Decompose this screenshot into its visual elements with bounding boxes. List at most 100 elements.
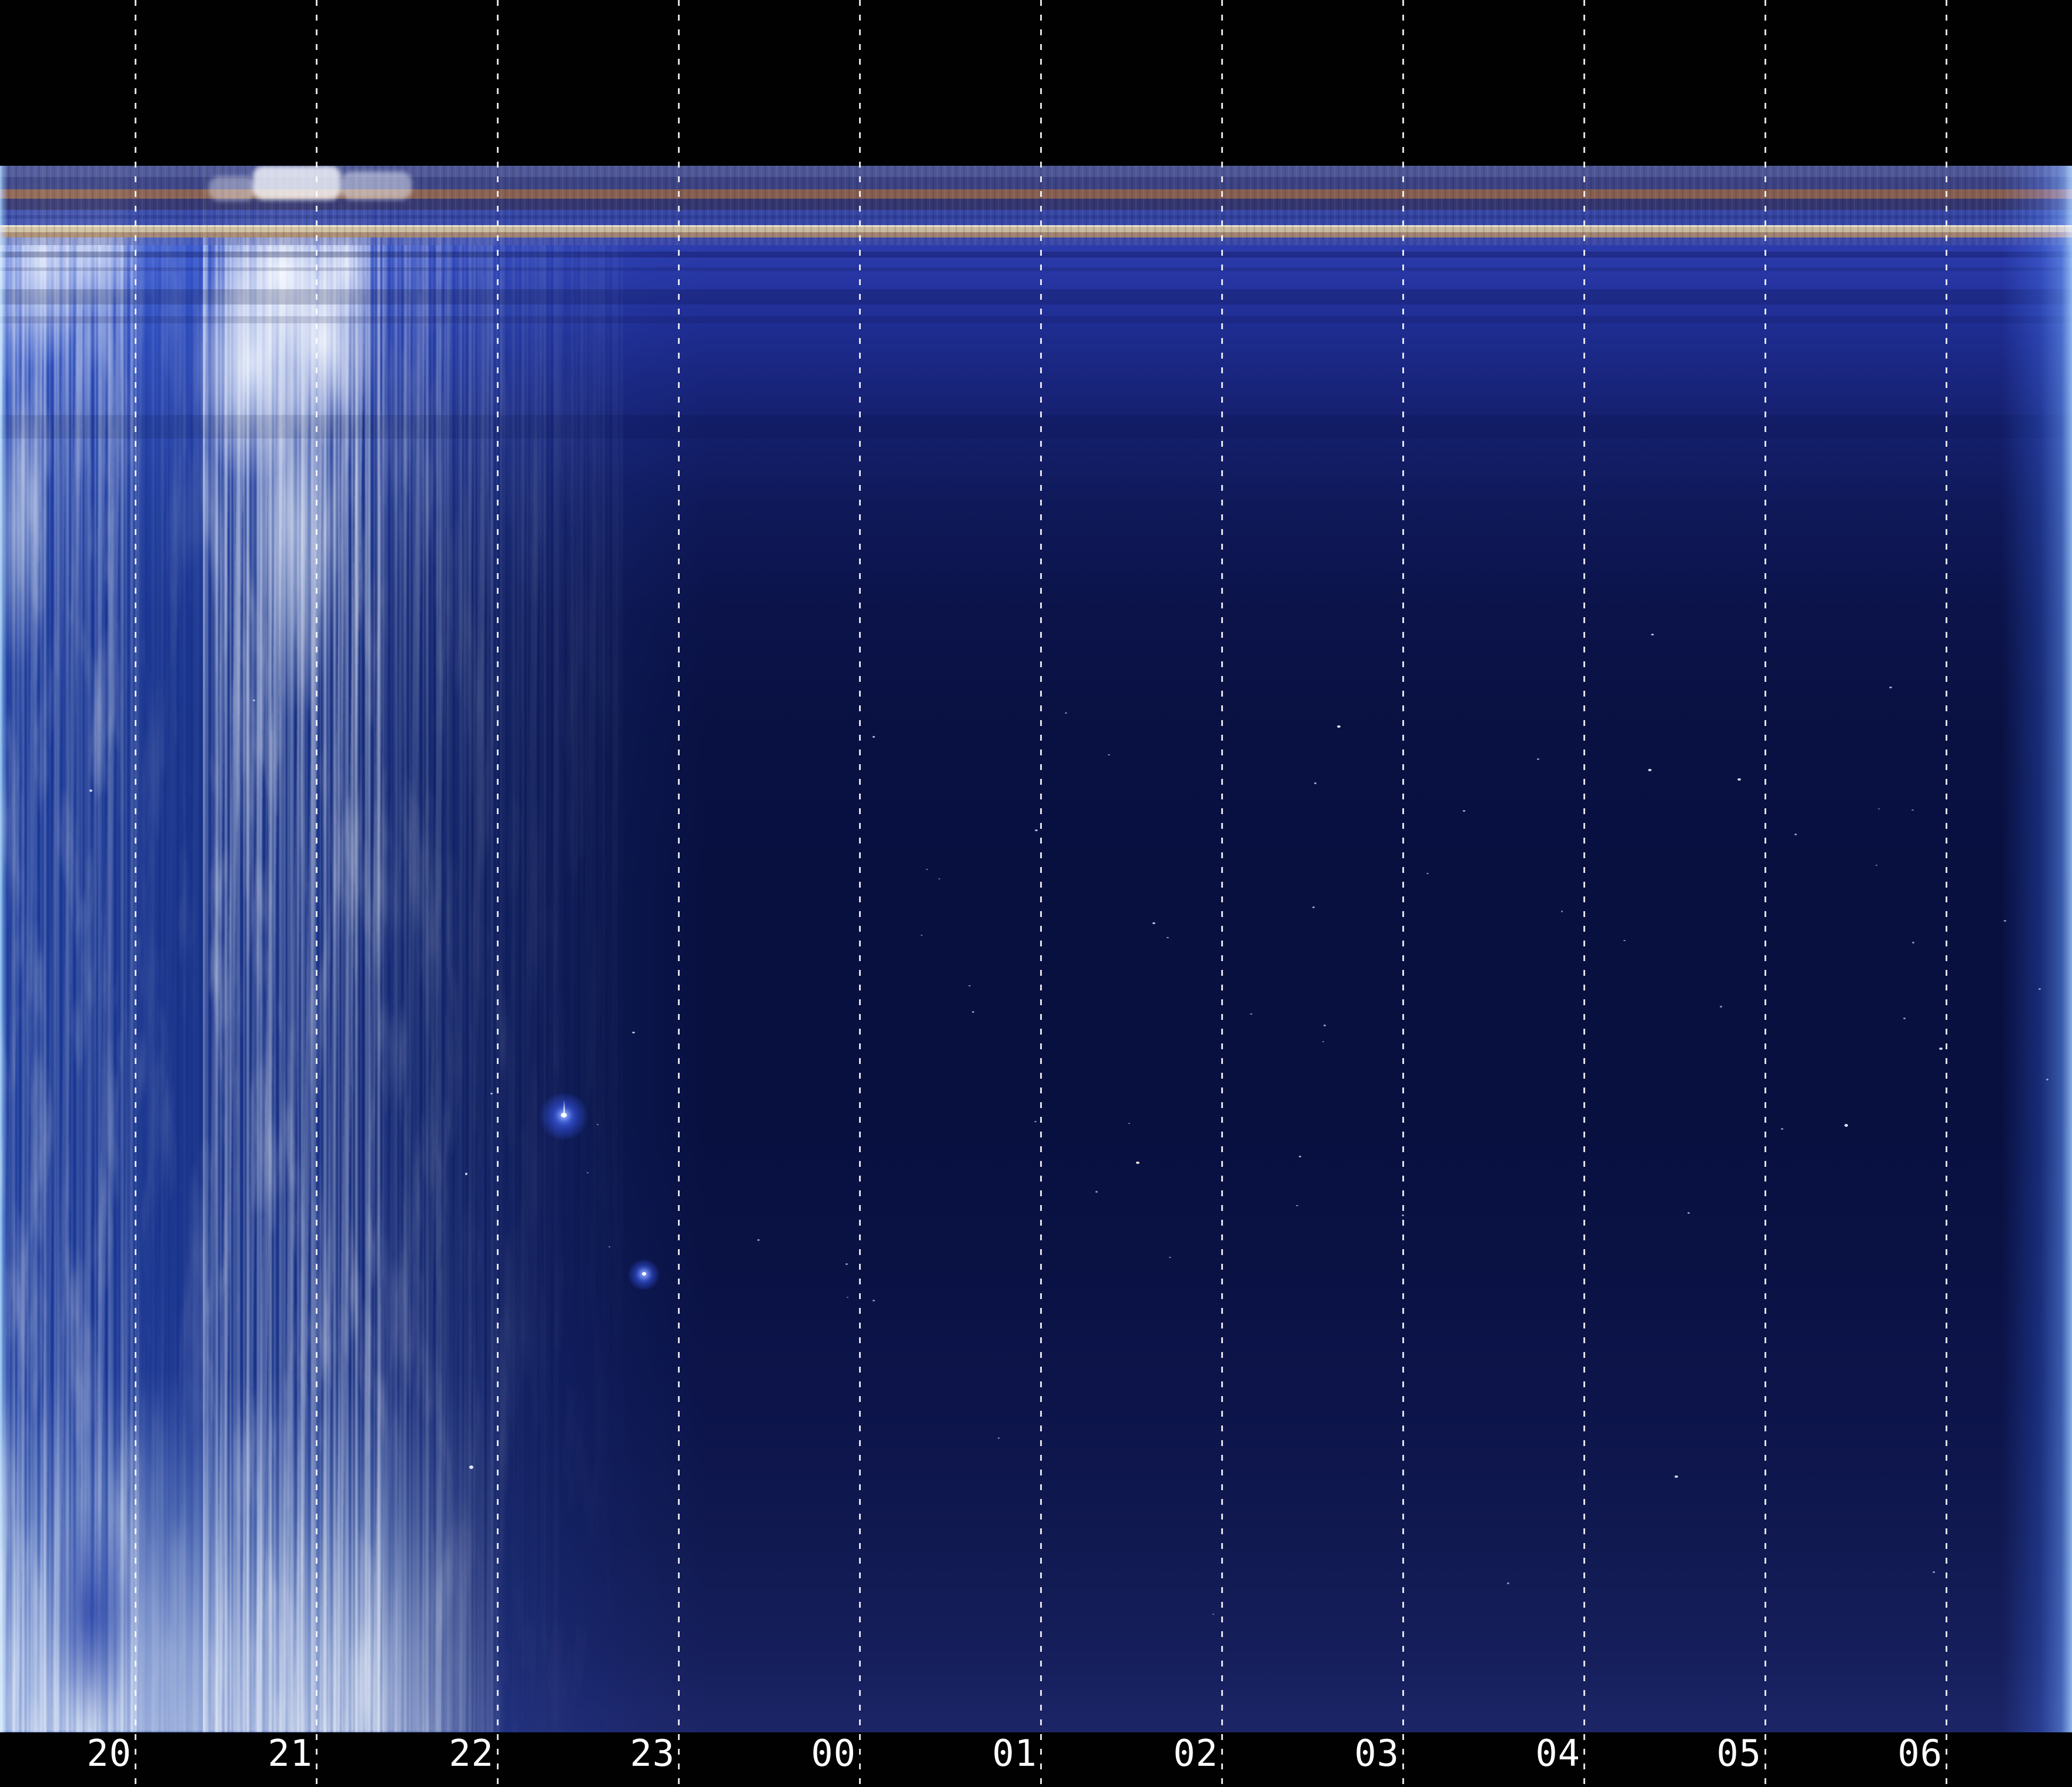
- x-tick-label: 06: [1897, 1734, 1943, 1773]
- time-gridline: [1402, 0, 1404, 1787]
- bright-star-core: [561, 1113, 567, 1117]
- cloud-top-patch: [341, 172, 412, 200]
- star-dot: [1737, 778, 1741, 781]
- x-tick-label: 02: [1173, 1734, 1218, 1773]
- star-dot: [757, 1239, 760, 1241]
- dark-artifact-row: [0, 252, 2072, 257]
- star-dot: [1136, 1162, 1139, 1164]
- star-dot: [1507, 1582, 1509, 1584]
- dark-artifact-row: [0, 316, 2072, 323]
- star-dot: [998, 1437, 1000, 1439]
- star-dot: [465, 1173, 467, 1175]
- clear-pocket-in-clouds: [49, 1494, 135, 1729]
- star-dot: [1876, 865, 1877, 866]
- star-dot: [968, 985, 971, 986]
- star-dot: [1878, 808, 1880, 809]
- dark-artifact-row: [0, 289, 2072, 304]
- x-tick-label: 23: [630, 1734, 675, 1773]
- bright-star-core: [642, 1272, 646, 1276]
- star-dot: [1324, 1025, 1326, 1026]
- star-dot: [2004, 920, 2006, 922]
- sensor-grain-overlay: [0, 166, 176, 254]
- time-gridline: [497, 0, 499, 1787]
- star-dot: [972, 1011, 974, 1013]
- star-dot: [1299, 1156, 1301, 1157]
- star-dot: [1322, 1041, 1324, 1042]
- star-dot: [1561, 911, 1563, 912]
- star-dot: [847, 1297, 848, 1298]
- star-dot: [1720, 1006, 1722, 1008]
- star-dot: [253, 700, 255, 701]
- time-gridline: [1040, 0, 1042, 1787]
- cloud-top-patch: [209, 176, 256, 201]
- star-dot: [1687, 1212, 1690, 1214]
- star-dot: [1035, 829, 1038, 831]
- star-dot: [1794, 834, 1797, 835]
- star-dot: [1152, 922, 1155, 924]
- star-dot: [873, 736, 875, 738]
- star-dot: [1844, 1124, 1848, 1127]
- star-dot: [1912, 942, 1914, 943]
- star-dot: [1034, 1121, 1037, 1122]
- star-dot: [1463, 810, 1465, 812]
- x-tick-label: 21: [268, 1734, 313, 1773]
- star-dot: [597, 1124, 599, 1125]
- time-gridline: [1221, 0, 1223, 1787]
- star-dot: [845, 1263, 848, 1265]
- star-dot: [1623, 940, 1626, 941]
- star-dot: [490, 1093, 493, 1095]
- cloud-fade-22h10: [500, 166, 559, 1732]
- star-dot: [1933, 1571, 1935, 1573]
- star-dot: [1250, 1013, 1252, 1015]
- left-edge-bright-line: [0, 166, 8, 1732]
- star-dot: [1212, 1614, 1214, 1615]
- star-dot: [938, 878, 940, 879]
- star-dot: [1648, 769, 1652, 771]
- x-tick-label: 00: [811, 1734, 856, 1773]
- star-dot: [2038, 988, 2041, 990]
- x-tick-label: 03: [1354, 1734, 1399, 1773]
- star-dot: [1537, 758, 1539, 760]
- star-dot: [926, 869, 928, 870]
- keogram-image: 02-13-2026 2021222300010203040506: [0, 0, 2072, 1787]
- time-gridline: [1946, 0, 1947, 1787]
- star-dot: [1426, 873, 1429, 874]
- star-dot: [587, 1172, 589, 1173]
- star-dot: [609, 1246, 610, 1247]
- star-dot: [1167, 937, 1169, 938]
- x-tick-label: 20: [86, 1734, 132, 1773]
- star-dot: [1675, 1475, 1678, 1478]
- star-dot: [873, 1300, 875, 1301]
- star-dot: [1889, 687, 1892, 688]
- cloud-fade-tail: [559, 166, 623, 1732]
- star-dot: [1939, 1048, 1943, 1050]
- star-dot: [1312, 906, 1315, 908]
- star-dot: [89, 789, 92, 792]
- sky-plot-area: 02-13-2026: [0, 166, 2072, 1732]
- time-gridline: [859, 0, 861, 1787]
- cloud-core-left: [0, 166, 188, 812]
- star-dot: [1095, 1191, 1098, 1193]
- cloud-top-patch: [253, 166, 341, 200]
- star-dot: [1296, 1205, 1298, 1206]
- star-dot: [632, 1032, 635, 1033]
- x-tick-label: 01: [992, 1734, 1037, 1773]
- dark-artifact-row: [0, 267, 2072, 271]
- time-gridline: [678, 0, 680, 1787]
- star-dot: [1108, 754, 1110, 755]
- time-gridline: [1764, 0, 1766, 1787]
- star-dot: [1911, 809, 1914, 811]
- star-dot: [1781, 1128, 1783, 1130]
- time-gridline: [316, 0, 318, 1787]
- x-tick-label: 22: [449, 1734, 494, 1773]
- dark-artifact-row: [0, 415, 2072, 439]
- time-gridline: [1583, 0, 1585, 1787]
- star-dot: [1169, 1257, 1171, 1258]
- star-dot: [921, 935, 923, 936]
- star-dot: [1651, 634, 1654, 635]
- x-tick-label: 04: [1535, 1734, 1580, 1773]
- star-dot: [1337, 725, 1341, 728]
- star-dot: [1065, 712, 1067, 714]
- time-gridline: [135, 0, 136, 1787]
- right-edge-dawn-glow: [2001, 166, 2072, 1732]
